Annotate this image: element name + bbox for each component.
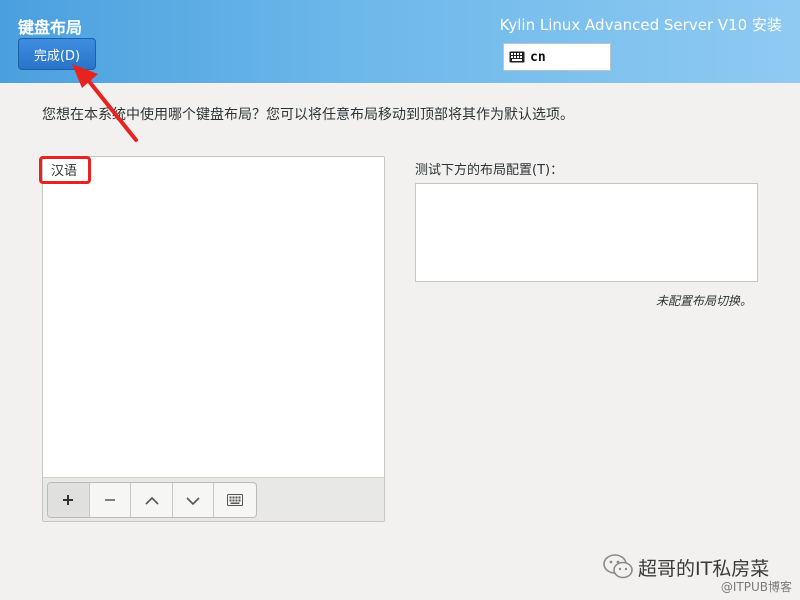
watermark: 超哥的IT私房菜 @ITPUB博客 [602, 552, 798, 598]
watermark-name: 超哥的IT私房菜 [638, 558, 770, 580]
watermark-site: @ITPUB博客 [720, 580, 792, 594]
wechat-icon [603, 554, 633, 579]
annotation-arrow-icon [72, 64, 138, 142]
